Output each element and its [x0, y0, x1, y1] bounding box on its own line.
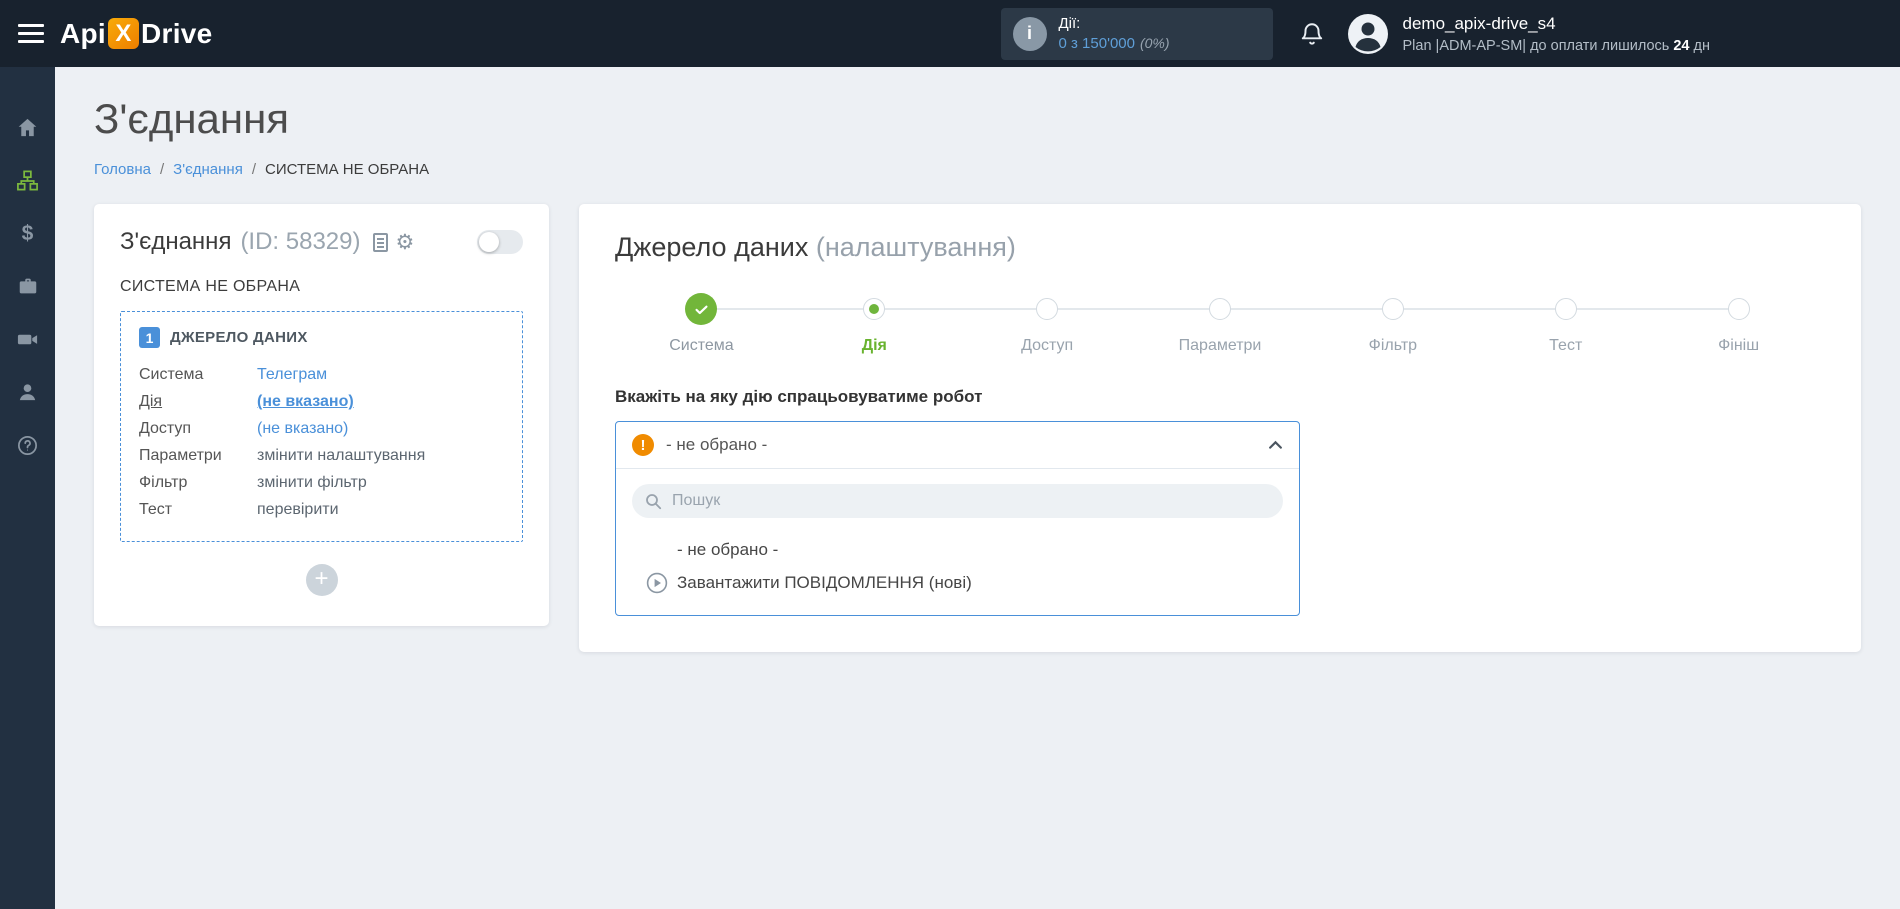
action-question-label: Вкажіть на яку дію спрацьовуватиме робот: [615, 387, 983, 407]
step-pending-circle: [1381, 298, 1404, 321]
logo-part1: Api: [60, 17, 107, 49]
step-done-circle: [685, 293, 718, 326]
user-name: demo_apix-drive_s4: [1402, 13, 1556, 33]
source-row-access: Доступ (не вказано): [139, 415, 504, 442]
breadcrumb-separator: /: [251, 161, 256, 179]
logo-x-icon: X: [108, 18, 140, 49]
logo-part2: Drive: [141, 17, 213, 49]
search-icon: [645, 493, 662, 515]
breadcrumb-home[interactable]: Головна: [94, 161, 151, 178]
hamburger-menu-icon[interactable]: [18, 19, 44, 48]
parameters-value-link[interactable]: змінити налаштування: [257, 442, 425, 469]
step-parameters: Параметри: [1047, 293, 1307, 355]
setup-stepper: Система Дія Доступ Параметри Фільтр Тест…: [615, 293, 1825, 355]
usage-stats-label: Дії:: [1058, 14, 1081, 32]
user-plan-info: Plan |ADM-AP-SM| до оплати лишилось 24 д…: [1402, 37, 1711, 54]
warning-icon: !: [632, 434, 654, 457]
page-title: З'єднання: [94, 95, 290, 142]
add-step-button[interactable]: +: [305, 564, 338, 597]
step-pending-circle: [1554, 298, 1577, 321]
step-pending-circle: [1209, 298, 1231, 321]
source-row-action: Дія (не вказано): [139, 388, 504, 415]
connection-id: (ID: 58329): [240, 228, 361, 256]
usage-stats-panel: i Дії: 0 з 150'000 (0%): [1000, 7, 1273, 60]
action-dropdown-control[interactable]: ! - не обрано -: [616, 422, 1299, 468]
chevron-up-icon: [1268, 440, 1283, 450]
breadcrumb-current: СИСТЕМА НЕ ОБРАНА: [265, 161, 430, 179]
video-icon[interactable]: [16, 327, 40, 351]
home-icon[interactable]: [16, 115, 40, 139]
dropdown-selected-value: - не обрано -: [666, 435, 768, 455]
services-icon[interactable]: [16, 274, 40, 298]
action-value-link[interactable]: (не вказано): [257, 388, 354, 415]
topbar: Api X Drive i Дії: 0 з 150'000 (0%) demo_ap…: [0, 0, 1900, 67]
connection-status: СИСТЕМА НЕ ОБРАНА: [120, 278, 301, 296]
data-source-block-title: ДЖЕРЕЛО ДАНИХ: [170, 329, 308, 347]
step-test: Тест: [1392, 293, 1652, 355]
source-settings-card: Джерело даних (налаштування) Система Дія…: [579, 204, 1861, 653]
connection-title: З'єднання: [120, 228, 232, 256]
breadcrumb: Головна / З'єднання / СИСТЕМА НЕ ОБРАНА: [94, 161, 1861, 178]
step-number-badge: 1: [139, 327, 160, 349]
connection-toggle[interactable]: [477, 230, 523, 255]
system-value-link[interactable]: Телеграм: [257, 361, 327, 388]
payments-icon[interactable]: $: [16, 221, 40, 245]
plan-days-left: 24: [1673, 37, 1690, 54]
option-not-selected[interactable]: - не обрано -: [632, 533, 1283, 566]
step-finish: Фініш: [1565, 293, 1825, 355]
access-value-link[interactable]: (не вказано): [257, 415, 348, 442]
step-action: Дія: [701, 293, 961, 355]
settings-title: Джерело даних: [615, 232, 809, 263]
breadcrumb-separator: /: [160, 161, 165, 179]
step-pending-circle: [1036, 298, 1059, 321]
user-menu[interactable]: demo_apix-drive_s4 Plan |ADM-AP-SM| до о…: [1403, 14, 1711, 54]
option-load-messages[interactable]: Завантажити ПОВІДОМЛЕННЯ (нові): [632, 566, 1283, 599]
source-row-parameters: Параметри змінити налаштування: [139, 442, 504, 469]
action-dropdown-panel: - не обрано - Завантажити ПОВІДОМЛЕННЯ (…: [616, 468, 1299, 615]
usage-stats-text: Дії: 0 з 150'000 (0%): [1059, 15, 1170, 53]
connection-card: З'єднання (ID: 58329) ⚙ СИСТЕМА НЕ ОБРАН…: [94, 204, 549, 627]
filter-value-link[interactable]: змінити фільтр: [257, 469, 367, 496]
toggle-knob: [479, 232, 499, 253]
step-filter: Фільтр: [1220, 293, 1479, 355]
dropdown-options: - не обрано - Завантажити ПОВІДОМЛЕННЯ (…: [632, 533, 1283, 599]
breadcrumb-connections[interactable]: З'єднання: [173, 161, 243, 178]
settings-title-suffix: (налаштування): [815, 232, 1016, 263]
connections-icon[interactable]: [16, 168, 40, 192]
user-avatar[interactable]: [1347, 13, 1389, 55]
document-icon[interactable]: [372, 232, 388, 252]
main-content: З'єднання Головна / З'єднання / СИСТЕМА …: [55, 67, 1900, 653]
test-value-link[interactable]: перевірити: [257, 496, 339, 523]
data-source-block[interactable]: 1 ДЖЕРЕЛО ДАНИХ Система Телеграм Дія (не…: [120, 311, 523, 543]
dropdown-search-input[interactable]: [632, 484, 1283, 519]
step-pending-circle: [1727, 298, 1750, 321]
gear-icon[interactable]: ⚙: [396, 232, 415, 253]
step-access: Доступ: [874, 293, 1134, 355]
step-system: Система: [615, 293, 788, 355]
info-icon[interactable]: i: [1012, 16, 1047, 51]
notifications-bell-icon[interactable]: [1299, 21, 1325, 47]
usage-stats-value: 0 з 150'000: [1058, 35, 1135, 52]
account-icon[interactable]: [16, 380, 40, 404]
action-dropdown: ! - не обрано - Пошук - не обрано - Зава…: [615, 421, 1300, 617]
usage-stats-percent: (0%): [1139, 35, 1170, 51]
sidebar: $: [0, 67, 55, 909]
play-circle-icon: [646, 572, 668, 594]
step-active-circle: [863, 298, 886, 321]
source-row-filter: Фільтр змінити фільтр: [139, 469, 504, 496]
source-row-system: Система Телеграм: [139, 361, 504, 388]
source-row-test: Тест перевірити: [139, 496, 504, 523]
app-logo[interactable]: Api X Drive: [60, 18, 213, 50]
help-icon[interactable]: [16, 433, 40, 457]
